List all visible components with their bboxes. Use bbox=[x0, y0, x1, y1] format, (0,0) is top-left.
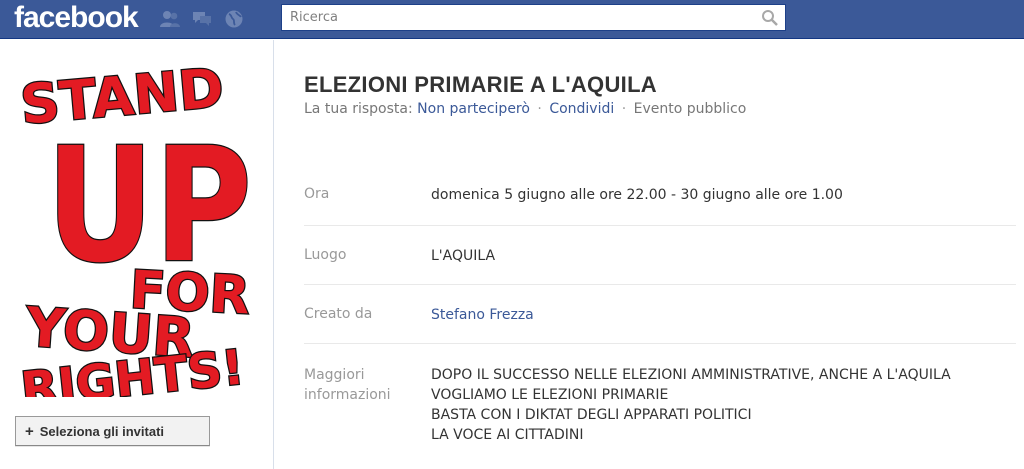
search-input[interactable] bbox=[282, 5, 752, 30]
more-info-label-line: informazioni bbox=[304, 387, 391, 403]
jewel-icons bbox=[158, 8, 246, 30]
more-info-label-line: Maggiori bbox=[304, 367, 365, 383]
place-label: Luogo bbox=[304, 247, 347, 263]
select-invitees-label: Seleziona gli invitati bbox=[39, 423, 165, 439]
more-info-line: DOPO IL SUCCESSO NELLE ELEZIONI AMMINIST… bbox=[431, 367, 951, 383]
left-column: STAND UP FOR YOUR RIGHTS! + Seleziona gl… bbox=[0, 40, 274, 469]
more-info-line: BASTA CON I DIKTAT DEGLI APPARATI POLITI… bbox=[431, 407, 752, 423]
more-info-line: VOGLIAMO LE ELEZIONI PRIMARIE bbox=[431, 387, 669, 403]
event-subline: La tua risposta: Non parteciperò · Condi… bbox=[304, 101, 746, 117]
creator-label: Creato da bbox=[304, 306, 373, 322]
creator-link[interactable]: Stefano Frezza bbox=[431, 305, 534, 325]
time-row: Ora domenica 5 giugno alle ore 22.00 - 3… bbox=[304, 165, 1016, 225]
event-visibility: Evento pubblico bbox=[633, 101, 747, 117]
creator-row: Creato da Stefano Frezza bbox=[304, 284, 1016, 343]
top-bar: facebook bbox=[0, 0, 1024, 39]
more-info-row: Maggiori informazioni DOPO IL SUCCESSO N… bbox=[304, 343, 1016, 469]
share-link[interactable]: Condividi bbox=[549, 101, 614, 117]
event-title: ELEZIONI PRIMARIE A L'AQUILA bbox=[304, 72, 657, 97]
event-main: ELEZIONI PRIMARIE A L'AQUILA La tua risp… bbox=[274, 40, 1024, 469]
separator: · bbox=[621, 101, 627, 117]
event-poster: STAND UP FOR YOUR RIGHTS! bbox=[17, 55, 254, 397]
time-value: domenica 5 giugno alle ore 22.00 - 30 gi… bbox=[431, 187, 843, 203]
globe-icon[interactable] bbox=[222, 8, 246, 30]
friends-icon[interactable] bbox=[158, 8, 182, 30]
separator: · bbox=[537, 101, 542, 117]
plus-icon: + bbox=[25, 422, 34, 440]
more-info-line: LA VOCE AI CITTADINI bbox=[431, 427, 584, 443]
more-info-text: DOPO IL SUCCESSO NELLE ELEZIONI AMMINIST… bbox=[431, 365, 951, 445]
rsvp-response-link[interactable]: Non parteciperò bbox=[417, 101, 530, 117]
response-label: La tua risposta: bbox=[304, 101, 413, 117]
search-box bbox=[281, 4, 786, 31]
facebook-logo[interactable]: facebook bbox=[14, 1, 139, 35]
search-icon[interactable] bbox=[761, 9, 779, 27]
time-label: Ora bbox=[304, 186, 330, 202]
more-info-label: Maggiori informazioni bbox=[304, 365, 391, 405]
place-row: Luogo L'AQUILA bbox=[304, 225, 1016, 284]
place-value: L'AQUILA bbox=[431, 248, 496, 264]
messages-icon[interactable] bbox=[190, 8, 214, 30]
select-invitees-button[interactable]: + Seleziona gli invitati bbox=[15, 416, 210, 446]
